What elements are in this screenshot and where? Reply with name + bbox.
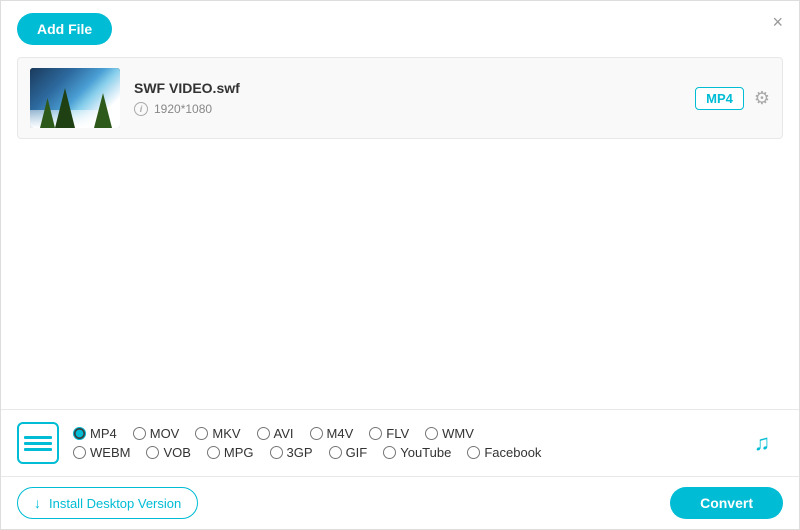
film-strip bbox=[24, 436, 52, 451]
convert-button[interactable]: Convert bbox=[670, 487, 783, 519]
format-option-webm[interactable]: WEBM bbox=[73, 445, 130, 460]
film-line-1 bbox=[24, 436, 52, 439]
format-option-youtube[interactable]: YouTube bbox=[383, 445, 451, 460]
format-radio-facebook[interactable] bbox=[467, 446, 480, 459]
format-radio-flv[interactable] bbox=[369, 427, 382, 440]
bottom-toolbar: MP4 MOV MKV AVI M4V FLV WM bbox=[1, 409, 799, 529]
format-option-facebook[interactable]: Facebook bbox=[467, 445, 541, 460]
video-format-icon-area bbox=[13, 418, 63, 468]
music-note-icon: ♫ bbox=[754, 430, 771, 456]
format-option-3gp[interactable]: 3GP bbox=[270, 445, 313, 460]
format-row-1: MP4 MOV MKV AVI M4V FLV WM bbox=[73, 426, 729, 441]
format-radio-mpg[interactable] bbox=[207, 446, 220, 459]
format-row: MP4 MOV MKV AVI M4V FLV WM bbox=[1, 410, 799, 477]
format-radio-mp4[interactable] bbox=[73, 427, 86, 440]
file-actions: MP4 ⚙ bbox=[695, 87, 770, 110]
format-radio-wmv[interactable] bbox=[425, 427, 438, 440]
info-icon: i bbox=[134, 102, 148, 116]
file-list: SWF VIDEO.swf i 1920*1080 MP4 ⚙ bbox=[17, 57, 783, 139]
format-row-2: WEBM VOB MPG 3GP GIF YouTube bbox=[73, 445, 729, 460]
film-line-3 bbox=[24, 448, 52, 451]
format-radio-avi[interactable] bbox=[257, 427, 270, 440]
empty-area bbox=[1, 139, 799, 379]
close-button[interactable]: × bbox=[772, 13, 783, 31]
format-option-avi[interactable]: AVI bbox=[257, 426, 294, 441]
file-resolution: 1920*1080 bbox=[154, 102, 212, 116]
format-option-gif[interactable]: GIF bbox=[329, 445, 368, 460]
format-radio-m4v[interactable] bbox=[310, 427, 323, 440]
file-meta: i 1920*1080 bbox=[134, 102, 695, 116]
format-option-wmv[interactable]: WMV bbox=[425, 426, 474, 441]
format-radio-gif[interactable] bbox=[329, 446, 342, 459]
install-desktop-button[interactable]: ↓ Install Desktop Version bbox=[17, 487, 198, 519]
video-film-icon bbox=[17, 422, 59, 464]
format-option-mov[interactable]: MOV bbox=[133, 426, 180, 441]
format-badge[interactable]: MP4 bbox=[695, 87, 744, 110]
format-option-flv[interactable]: FLV bbox=[369, 426, 409, 441]
format-radio-mkv[interactable] bbox=[195, 427, 208, 440]
header: Add File × bbox=[1, 1, 799, 57]
add-file-button[interactable]: Add File bbox=[17, 13, 112, 45]
format-option-vob[interactable]: VOB bbox=[146, 445, 190, 460]
format-option-mpg[interactable]: MPG bbox=[207, 445, 254, 460]
format-radio-vob[interactable] bbox=[146, 446, 159, 459]
file-item: SWF VIDEO.swf i 1920*1080 MP4 ⚙ bbox=[18, 58, 782, 138]
format-radio-webm[interactable] bbox=[73, 446, 86, 459]
format-options: MP4 MOV MKV AVI M4V FLV WM bbox=[73, 426, 729, 460]
settings-icon[interactable]: ⚙ bbox=[754, 88, 770, 109]
format-radio-youtube[interactable] bbox=[383, 446, 396, 459]
format-radio-mov[interactable] bbox=[133, 427, 146, 440]
action-row: ↓ Install Desktop Version Convert bbox=[1, 477, 799, 529]
file-info: SWF VIDEO.swf i 1920*1080 bbox=[134, 80, 695, 116]
format-option-mp4[interactable]: MP4 bbox=[73, 426, 117, 441]
install-button-label: Install Desktop Version bbox=[49, 496, 181, 511]
download-icon: ↓ bbox=[34, 495, 41, 511]
film-line-2 bbox=[24, 442, 52, 445]
file-thumbnail bbox=[30, 68, 120, 128]
file-name: SWF VIDEO.swf bbox=[134, 80, 695, 96]
format-option-mkv[interactable]: MKV bbox=[195, 426, 240, 441]
format-option-m4v[interactable]: M4V bbox=[310, 426, 354, 441]
music-icon-area: ♫ bbox=[737, 418, 787, 468]
format-radio-3gp[interactable] bbox=[270, 446, 283, 459]
